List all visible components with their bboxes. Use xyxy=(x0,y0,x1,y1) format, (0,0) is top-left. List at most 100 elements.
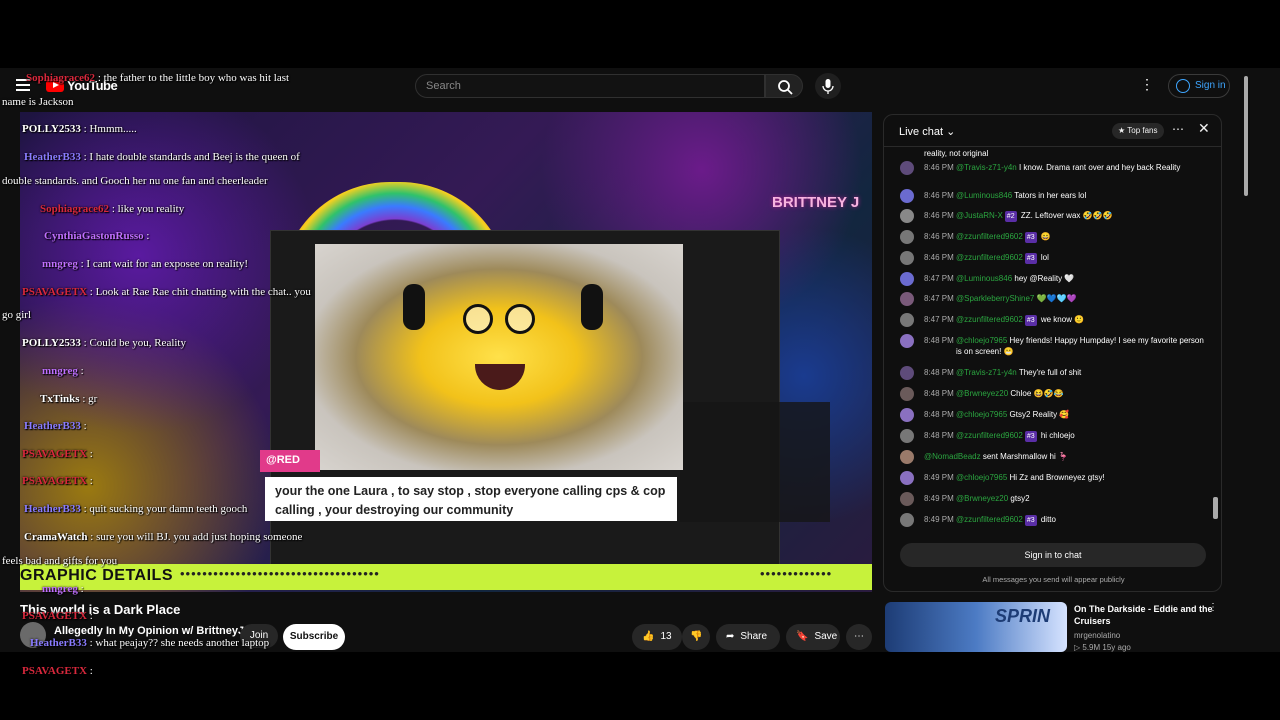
overlay-chat-line: TxTinks : gr xyxy=(40,393,97,406)
chat-author[interactable]: @NomadBeadz xyxy=(924,452,981,461)
sign-in-button[interactable]: Sign in xyxy=(1168,74,1230,98)
chat-avatar[interactable] xyxy=(900,272,914,286)
chat-author[interactable]: @Luminous846 xyxy=(956,191,1012,200)
channel-name[interactable]: Allegedly In My Opinion w/ BrittneyJ xyxy=(54,625,244,637)
chat-timestamp: 8:49 PM xyxy=(924,494,954,503)
overlay-chat-line: go girl xyxy=(2,309,31,322)
chat-avatar[interactable] xyxy=(900,450,914,464)
top-fans-button[interactable]: ★ Top fans xyxy=(1112,123,1164,139)
banner-dots: •••••••••••••••••••••••••••••••••••• xyxy=(180,566,380,581)
chat-timestamp: 8:46 PM xyxy=(924,191,954,200)
chat-message-body: @zzunfiltered9602 #3 lol xyxy=(956,252,1206,264)
search-input[interactable]: Search xyxy=(415,74,765,98)
recommended-menu-icon[interactable]: ⋮ xyxy=(1208,602,1218,613)
video-caption: your the one Laura , to say stop , stop … xyxy=(265,477,677,521)
chat-avatar[interactable] xyxy=(900,387,914,401)
chat-author[interactable]: @Brwneyez20 xyxy=(956,389,1008,398)
chat-text: Hi Zz and Browneyez gtsy! xyxy=(1009,473,1105,482)
chat-scrollbar-thumb[interactable] xyxy=(1213,497,1218,519)
chat-timestamp: 8:49 PM xyxy=(924,515,954,524)
chat-author[interactable]: @Brwneyez20 xyxy=(956,494,1008,503)
overlay-chat-line: PSAVAGETX : xyxy=(22,665,93,678)
sign-in-to-chat-button[interactable]: Sign in to chat xyxy=(900,543,1206,567)
overlay-chat-text: : sure you will BJ. you add just hoping … xyxy=(90,531,303,543)
overlay-chat-line: Sophiagrace62 : the father to the little… xyxy=(26,72,289,85)
name-tag: @RED xyxy=(260,450,320,472)
overlay-chat-text: : the father to the little boy who was h… xyxy=(97,72,290,84)
account-icon xyxy=(1176,79,1190,93)
chat-menu-icon[interactable]: ⋯ xyxy=(1172,122,1184,136)
subscribe-button[interactable]: Subscribe xyxy=(283,624,345,650)
chat-author[interactable]: @zzunfiltered9602 xyxy=(956,253,1023,262)
voice-search-button[interactable] xyxy=(815,73,841,99)
chat-avatar[interactable] xyxy=(900,366,914,380)
chat-author[interactable]: @Travis-z71-y4n xyxy=(956,368,1017,377)
chat-avatar[interactable] xyxy=(900,189,914,203)
embedded-chat-capture xyxy=(680,402,830,522)
chat-avatar[interactable] xyxy=(900,313,914,327)
overlay-chat-text: : I cant wait for an exposee on reality! xyxy=(80,258,248,270)
chat-avatar[interactable] xyxy=(900,161,914,175)
thumbs-down-icon: 👎 xyxy=(690,631,703,642)
chat-message-list[interactable]: reality, not original 8:46 PM @Travis-z71-… xyxy=(884,147,1214,535)
chat-author[interactable]: @SparkleberryShine7 xyxy=(956,294,1034,303)
chat-author[interactable]: @JustaRN-X xyxy=(956,211,1003,220)
chat-author[interactable]: @chloejo7965 xyxy=(956,410,1007,419)
chat-author[interactable]: @chloejo7965 xyxy=(956,473,1007,482)
like-button[interactable]: 👍 13 xyxy=(632,624,682,650)
top-fan-badge: #3 xyxy=(1024,431,1037,442)
chat-timestamp: 8:48 PM xyxy=(924,410,954,419)
overlay-chat-line: HeatherB33 : what peajay?? she needs ano… xyxy=(30,637,269,650)
share-button[interactable]: ➦ Share xyxy=(716,624,780,650)
chat-avatar[interactable] xyxy=(900,251,914,265)
dislike-button[interactable]: 👎 xyxy=(682,624,710,650)
glasses-right xyxy=(505,304,535,334)
close-icon[interactable]: ✕ xyxy=(1198,120,1210,137)
live-chat-title-text: Live chat xyxy=(899,126,944,138)
chat-avatar[interactable] xyxy=(900,429,914,443)
headphone-right xyxy=(581,284,603,330)
chat-author[interactable]: @Travis-z71-y4n xyxy=(956,163,1017,172)
chat-avatar[interactable] xyxy=(900,230,914,244)
recommended-thumbnail[interactable]: SPRIN xyxy=(885,602,1067,652)
chat-author[interactable]: @zzunfiltered9602 xyxy=(956,315,1023,324)
chat-text: I know. Drama rant over and hey back Rea… xyxy=(1018,163,1181,172)
search-button[interactable] xyxy=(765,74,803,98)
chat-avatar[interactable] xyxy=(900,513,914,527)
banner-dots-right: ••••••••••••• xyxy=(760,566,833,581)
more-actions-button[interactable]: ⋯ xyxy=(846,624,872,650)
overlay-chat-author: Sophiagrace62 xyxy=(40,203,110,215)
recommended-channel[interactable]: mrgenolatino xyxy=(1074,631,1120,640)
chat-author[interactable]: @zzunfiltered9602 xyxy=(956,431,1023,440)
overlay-chat-author: CramaWatch xyxy=(24,531,88,543)
chat-avatar[interactable] xyxy=(900,209,914,223)
chat-author[interactable]: @Luminous846 xyxy=(956,274,1012,283)
chat-author[interactable]: @zzunfiltered9602 xyxy=(956,515,1023,524)
chat-avatar[interactable] xyxy=(900,292,914,306)
chat-message-body: @Luminous846 hey @Reality 🤍 xyxy=(956,273,1206,284)
chat-timestamp: 8:46 PM xyxy=(924,232,954,241)
top-fan-badge: #2 xyxy=(1004,211,1017,222)
chat-text: ZZ. Leftover wax 🤣🤣🤣 xyxy=(1020,211,1113,220)
star-icon: ★ xyxy=(1118,126,1128,135)
chat-message-body: @Brwneyez20 gtsy2 xyxy=(956,493,1206,504)
chat-text: Gtsy2 Reality 🥰 xyxy=(1009,410,1070,419)
overlay-chat-line: HeatherB33 : I hate double standards and… xyxy=(24,151,300,164)
chat-avatar[interactable] xyxy=(900,408,914,422)
chat-avatar[interactable] xyxy=(900,471,914,485)
headphone-left xyxy=(403,284,425,330)
chat-avatar[interactable] xyxy=(900,492,914,506)
chat-scrollbar[interactable] xyxy=(1213,155,1218,535)
settings-menu-icon[interactable]: ⋮ xyxy=(1140,76,1155,93)
chat-timestamp: 8:46 PM xyxy=(924,163,954,172)
live-chat-title[interactable]: Live chat ⌄ xyxy=(899,125,955,138)
recommended-title[interactable]: On The Darkside - Eddie and the Cruisers xyxy=(1074,603,1214,627)
save-button[interactable]: 🔖 Save xyxy=(786,624,840,650)
thumbnail-text: SPRIN xyxy=(995,606,1051,626)
chat-author[interactable]: @chloejo7965 xyxy=(956,336,1007,345)
chat-author[interactable]: @zzunfiltered9602 xyxy=(956,232,1023,241)
page-scrollbar[interactable] xyxy=(1240,68,1252,652)
chat-text: hi chloejo xyxy=(1040,431,1075,440)
page-scrollbar-thumb[interactable] xyxy=(1244,76,1248,196)
chat-avatar[interactable] xyxy=(900,334,914,348)
